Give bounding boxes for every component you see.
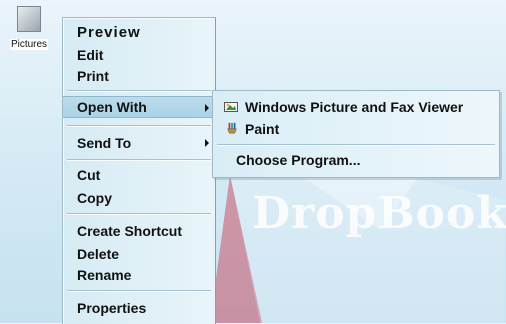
menu-item-rename[interactable]: Rename	[63, 264, 215, 286]
submenu-arrow-icon	[205, 139, 209, 147]
menu-separator	[67, 125, 211, 127]
open-with-submenu: Windows Picture and Fax Viewer Paint Cho…	[212, 90, 500, 178]
menu-item-copy[interactable]: Copy	[63, 187, 215, 209]
submenu-item-label: Windows Picture and Fax Viewer	[245, 99, 464, 115]
menu-item-preview[interactable]: Preview	[63, 22, 215, 44]
menu-separator	[67, 213, 211, 215]
submenu-separator	[217, 144, 495, 146]
menu-separator	[67, 90, 211, 92]
submenu-item-label: Paint	[245, 121, 280, 137]
desktop-icon-label: Pictures	[9, 39, 49, 50]
submenu-item-paint[interactable]: Paint	[213, 118, 497, 140]
menu-item-create-shortcut[interactable]: Create Shortcut	[63, 220, 215, 242]
picture-file-icon	[17, 6, 41, 32]
desktop-icon-pictures[interactable]: Pictures	[6, 6, 52, 52]
submenu-item-choose-program[interactable]: Choose Program...	[213, 149, 497, 171]
picture-viewer-icon	[224, 102, 238, 112]
menu-item-open-with[interactable]: Open With	[63, 96, 215, 118]
menu-item-edit[interactable]: Edit	[63, 44, 215, 66]
menu-item-cut[interactable]: Cut	[63, 164, 215, 186]
menu-separator	[67, 290, 211, 292]
menu-item-send-to[interactable]: Send To	[63, 132, 215, 154]
menu-item-delete[interactable]: Delete	[63, 243, 215, 265]
submenu-arrow-icon	[205, 104, 209, 112]
menu-item-label: Open With	[77, 99, 147, 115]
menu-separator	[67, 159, 211, 161]
context-menu: Preview Edit Print Open With Send To Cut…	[62, 17, 216, 324]
menu-item-label: Send To	[77, 135, 132, 151]
menu-item-properties[interactable]: Properties	[63, 297, 215, 319]
submenu-item-windows-picture-viewer[interactable]: Windows Picture and Fax Viewer	[213, 96, 497, 118]
paint-icon	[227, 122, 237, 134]
dropbook-watermark: DropBook	[252, 188, 506, 239]
menu-item-print[interactable]: Print	[63, 65, 215, 87]
